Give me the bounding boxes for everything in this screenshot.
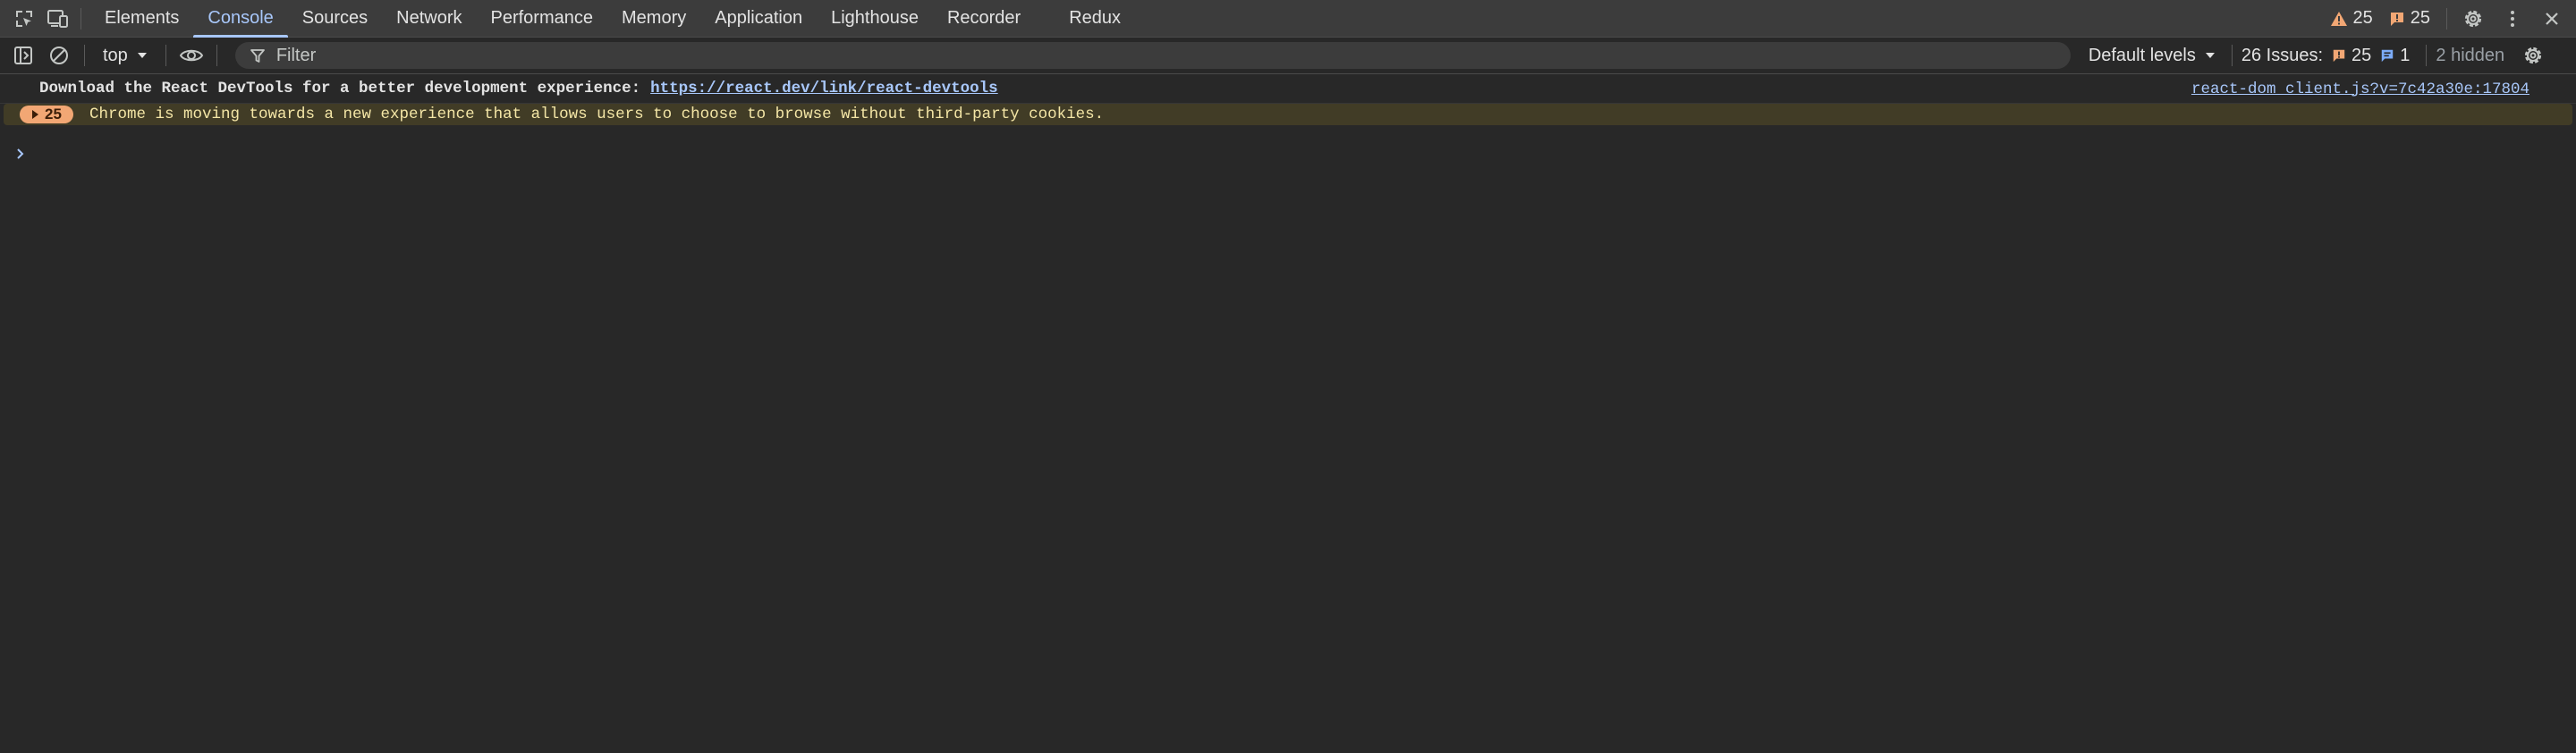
message-source-link[interactable]: react-dom_client.js?v=7c42a30e:17804 — [2191, 74, 2529, 104]
tab-application[interactable]: Application — [700, 0, 817, 37]
warning-repeat-count: 25 — [45, 106, 62, 123]
panel-tabs: Elements Console Sources Network Perform… — [90, 0, 1135, 38]
issues-label: 26 Issues: — [2241, 45, 2324, 65]
clear-console-icon[interactable] — [43, 39, 75, 72]
console-message-warning[interactable]: 25 Chrome is moving towards a new experi… — [4, 104, 2572, 125]
log-levels-dropdown[interactable]: Default levels — [2089, 46, 2216, 66]
tabbar-right-divider — [2446, 7, 2447, 30]
console-toolbar: top Default levels 26 Iss — [0, 38, 2576, 74]
warning-message-text: Chrome is moving towards a new experienc… — [89, 106, 1105, 123]
react-devtools-link[interactable]: https://react.dev/link/react-devtools — [650, 80, 998, 97]
context-selector[interactable]: top — [94, 41, 157, 70]
issues-warning-count: 25 — [2332, 46, 2371, 66]
devtools-tabbar: Elements Console Sources Network Perform… — [0, 0, 2576, 38]
issues-info-value: 1 — [2400, 45, 2411, 65]
message-text: Download the React DevTools for a better… — [39, 80, 641, 97]
issues-info-count: 1 — [2380, 46, 2410, 66]
device-toolbar-icon[interactable] — [43, 4, 73, 34]
caret-down-icon — [137, 53, 147, 58]
tab-redux[interactable]: Redux — [1055, 0, 1135, 37]
warnings-counter[interactable]: 25 — [2330, 8, 2373, 29]
filter-funnel-icon — [250, 49, 265, 63]
live-expression-eye-icon[interactable] — [175, 39, 208, 72]
issues-count: 25 — [2410, 8, 2430, 28]
toolbar-divider — [216, 45, 217, 66]
toolbar-divider — [165, 45, 166, 66]
issues-warning-value: 25 — [2351, 45, 2372, 65]
caret-down-icon — [2205, 53, 2215, 58]
toolbar-divider — [2231, 45, 2233, 66]
console-prompt[interactable] — [0, 139, 2576, 169]
console-messages: Download the React DevTools for a better… — [0, 74, 2576, 125]
info-message-icon — [2382, 49, 2394, 63]
console-input[interactable] — [38, 144, 2456, 164]
warning-repeat-badge[interactable]: 25 — [20, 106, 73, 123]
hidden-messages-count: 2 hidden — [2436, 45, 2505, 65]
issue-flag-icon — [2333, 49, 2345, 63]
tab-network[interactable]: Network — [382, 0, 476, 37]
prompt-chevron-icon — [17, 148, 24, 159]
inspect-element-icon[interactable] — [9, 4, 39, 34]
toolbar-divider — [2426, 45, 2428, 66]
devtools-window: Elements Console Sources Network Perform… — [0, 0, 2576, 753]
filter-input[interactable] — [274, 44, 1978, 67]
context-label: top — [103, 45, 128, 65]
settings-gear-icon[interactable] — [2458, 4, 2488, 34]
tab-sources[interactable]: Sources — [288, 0, 382, 37]
sidebar-toggle-icon[interactable] — [7, 39, 39, 72]
warning-triangle-icon — [2330, 11, 2347, 26]
tab-lighthouse[interactable]: Lighthouse — [817, 0, 933, 37]
issues-summary[interactable]: 26 Issues: 25 1 — [2241, 46, 2411, 66]
tabbar-right-controls: 25 25 — [2330, 0, 2568, 37]
tab-console[interactable]: Console — [193, 0, 289, 38]
issues-counter[interactable]: 25 — [2389, 8, 2430, 29]
more-options-icon[interactable] — [2497, 4, 2528, 34]
console-message-info: Download the React DevTools for a better… — [0, 74, 2576, 104]
toolbar-divider — [84, 45, 85, 66]
issue-flag-icon — [2390, 12, 2403, 26]
tab-recorder[interactable]: Recorder — [933, 0, 1035, 37]
close-icon[interactable] — [2537, 4, 2567, 34]
console-settings-gear-icon[interactable] — [2517, 39, 2549, 72]
tab-elements[interactable]: Elements — [90, 0, 193, 37]
tabbar-divider — [80, 7, 81, 30]
tab-memory[interactable]: Memory — [607, 0, 700, 37]
warnings-count: 25 — [2352, 8, 2373, 28]
filter-box[interactable] — [234, 42, 2071, 69]
tab-performance[interactable]: Performance — [477, 0, 608, 37]
expand-triangle-icon — [32, 110, 39, 119]
log-levels-label: Default levels — [2088, 45, 2196, 65]
